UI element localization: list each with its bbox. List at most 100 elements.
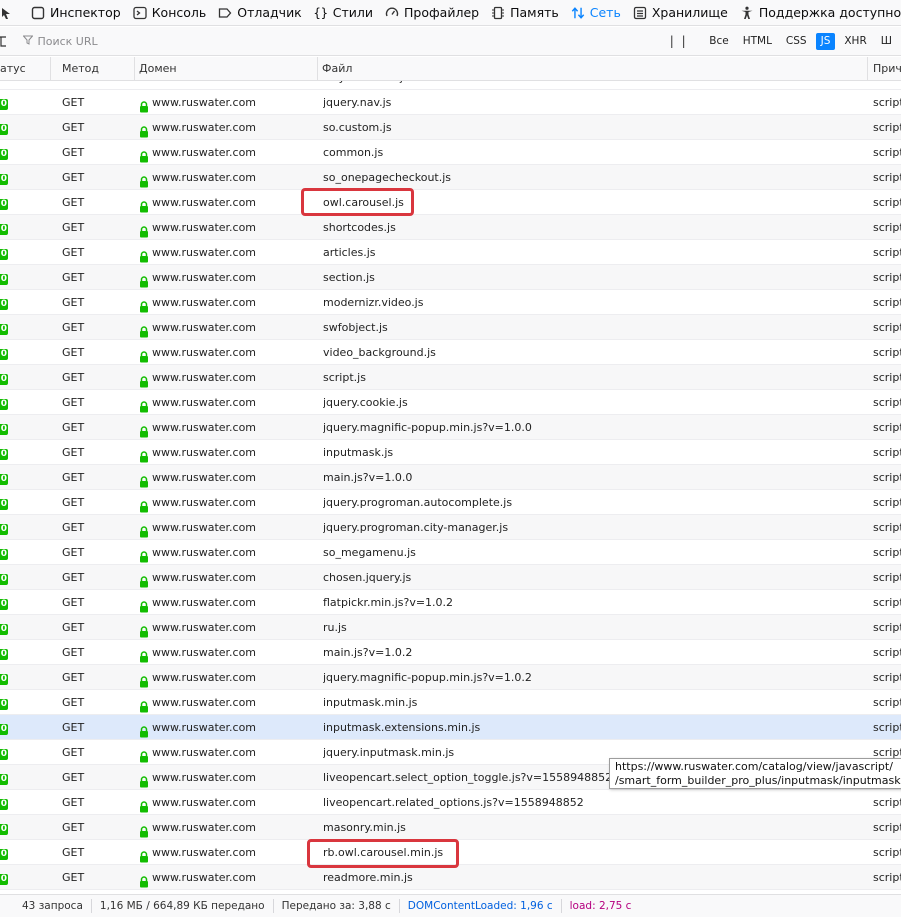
- tab-styles[interactable]: {} Стили: [308, 0, 379, 25]
- method-cell: GET: [62, 646, 85, 659]
- domain-text: www.ruswater.com: [152, 321, 257, 334]
- method-cell: GET: [62, 571, 85, 584]
- table-row[interactable]: 0 GET www.ruswater.com jquery.magnific-popu…: [0, 415, 901, 440]
- cause-cell: script: [873, 221, 901, 234]
- devtools-tabbar: Инспектор Консоль Отладчик {} Стили Проф…: [0, 0, 901, 26]
- table-row[interactable]: 0 GET www.ruswater.com jquery.progroman.cit…: [0, 515, 901, 540]
- method-cell: GET: [62, 321, 85, 334]
- file-cell: section.js: [323, 271, 375, 284]
- table-row[interactable]: 0 GET www.ruswater.com shortcodes.js script: [0, 215, 901, 240]
- domain-cell: www.ruswater.com: [139, 565, 315, 590]
- table-row[interactable]: 0 GET www.ruswater.com inputmask.min.js scri…: [0, 690, 901, 715]
- filter-css-chip[interactable]: CSS: [781, 33, 812, 50]
- tab-debugger[interactable]: Отладчик: [212, 0, 307, 25]
- table-row[interactable]: 0 GET www.ruswater.com articles.js script: [0, 240, 901, 265]
- domain-cell: www.ruswater.com: [139, 815, 315, 840]
- clear-log-button[interactable]: [0, 27, 9, 55]
- lock-icon: [139, 447, 149, 462]
- column-header-cause[interactable]: Приче: [869, 57, 901, 80]
- url-filter-input[interactable]: Поиск URL: [37, 35, 97, 48]
- column-header-domain[interactable]: Домен: [135, 57, 318, 80]
- domain-cell: www.ruswater.com: [139, 840, 315, 865]
- status-cell: 0: [0, 315, 10, 340]
- file-cell: modernizr.video.js: [323, 296, 424, 309]
- url-tooltip: https://www.ruswater.com/catalog/view/ja…: [609, 758, 901, 789]
- column-header-method[interactable]: Метод: [58, 57, 135, 80]
- status-badge: 0: [0, 399, 8, 410]
- tab-pick-element[interactable]: [0, 0, 25, 25]
- domain-cell: www.ruswater.com: [139, 490, 315, 515]
- method-cell: GET: [62, 396, 85, 409]
- table-row[interactable]: 0 GET www.ruswater.com masonry.min.js script: [0, 815, 901, 840]
- table-row[interactable]: 0 GET www.ruswater.com video_background.js s…: [0, 340, 901, 365]
- file-cell: jquery.magnific-popup.min.js?v=1.0.2: [323, 671, 532, 684]
- table-row[interactable]: 0 GET www.ruswater.com script.js script: [0, 365, 901, 390]
- file-cell: chosen.jquery.js: [323, 571, 412, 584]
- url-filter[interactable]: Поиск URL: [22, 35, 647, 48]
- lock-icon: [139, 147, 149, 162]
- table-row[interactable]: 0 GET www.ruswater.com chosen.jquery.js scri…: [0, 565, 901, 590]
- table-row[interactable]: 0 GET www.ruswater.com flatpickr.min.js?v=1…: [0, 590, 901, 615]
- column-header-file[interactable]: Файл: [318, 57, 868, 80]
- lock-icon: [139, 222, 149, 237]
- table-row[interactable]: 0 GET www.ruswater.com so_megamenu.js script: [0, 540, 901, 565]
- status-badge: 0: [0, 224, 8, 235]
- table-row[interactable]: 0 GET www.ruswater.com main.js?v=1.0.2 scrip…: [0, 640, 901, 665]
- method-cell: GET: [62, 271, 85, 284]
- cause-cell: script: [873, 346, 901, 359]
- table-row[interactable]: 0 GET www.ruswater.com inputmask.extensions…: [0, 715, 901, 740]
- table-row[interactable]: 0 GET www.ruswater.com common.js script: [0, 140, 901, 165]
- status-cell: 0: [0, 790, 10, 815]
- tab-accessibility[interactable]: Поддержка доступности: [734, 0, 901, 25]
- method-cell: GET: [62, 346, 85, 359]
- table-row[interactable]: 0 GET www.ruswater.com liveopencart.related…: [0, 790, 901, 815]
- status-cell: 0: [0, 440, 10, 465]
- lock-icon: [139, 622, 149, 637]
- filter-fonts-chip[interactable]: Ш: [876, 33, 897, 50]
- tab-memory[interactable]: Память: [485, 0, 565, 25]
- table-row[interactable]: 0 GET www.ruswater.com so_onepagecheckout.j…: [0, 165, 901, 190]
- table-row[interactable]: 0 GET www.ruswater.com jquery.progroman.aut…: [0, 490, 901, 515]
- tab-profiler[interactable]: Профайлер: [379, 0, 485, 25]
- domain-text: www.ruswater.com: [152, 596, 257, 609]
- table-row[interactable]: 0 GET www.ruswater.com jquery.magnific-popu…: [0, 665, 901, 690]
- cause-cell: script: [873, 821, 901, 834]
- tab-console[interactable]: Консоль: [127, 0, 213, 25]
- table-row[interactable]: 0 GET www.ruswater.com swfobject.js script: [0, 315, 901, 340]
- tab-label: Инспектор: [50, 5, 121, 20]
- table-row[interactable]: 0 GET www.ruswater.com jquery.cookie.js scri…: [0, 390, 901, 415]
- domain-text: www.ruswater.com: [152, 146, 257, 159]
- table-row[interactable]: 0 GET www.ruswater.com jquery.nav.js script: [0, 90, 901, 115]
- method-cell: GET: [62, 721, 85, 734]
- tab-network[interactable]: Сеть: [565, 0, 627, 25]
- pause-button[interactable]: | |: [670, 34, 696, 48]
- domain-text: www.ruswater.com: [152, 871, 257, 884]
- table-row[interactable]: 0 GET www.ruswater.com inputmask.js script: [0, 440, 901, 465]
- file-cell: so_onepagecheckout.js: [323, 171, 452, 184]
- filter-js-chip[interactable]: JS: [815, 32, 836, 50]
- table-row[interactable]: 0 GET www.ruswater.com section.js script: [0, 265, 901, 290]
- table-row[interactable]: 0 GET www.ruswater.com main.js?v=1.0.0 scrip…: [0, 465, 901, 490]
- domain-cell: www.ruswater.com: [139, 365, 315, 390]
- status-badge: 0: [0, 824, 8, 835]
- filter-xhr-chip[interactable]: XHR: [839, 33, 871, 50]
- filter-all-chip[interactable]: Все: [704, 33, 733, 50]
- table-row[interactable]: 0 GET www.ruswater.com so.custom.js script: [0, 115, 901, 140]
- table-row[interactable]: 0 GET www.ruswater.com owl.carousel.js scrip…: [0, 190, 901, 215]
- table-row[interactable]: 0 GET www.ruswater.com readmore.min.js scrip…: [0, 865, 901, 890]
- table-row-partial[interactable]: lazysizes.min.js: [0, 81, 901, 90]
- method-cell: GET: [62, 546, 85, 559]
- status-badge: 0: [0, 774, 8, 785]
- table-row[interactable]: 0 GET www.ruswater.com ru.js script: [0, 615, 901, 640]
- lock-icon: [139, 197, 149, 212]
- tab-label: Память: [510, 5, 559, 20]
- cause-cell: script: [873, 496, 901, 509]
- column-header-status[interactable]: атус: [0, 57, 51, 80]
- table-row[interactable]: 0 GET www.ruswater.com modernizr.video.js sc…: [0, 290, 901, 315]
- filter-html-chip[interactable]: HTML: [738, 33, 777, 50]
- cause-cell: script: [873, 571, 901, 584]
- cause-cell: script: [873, 246, 901, 259]
- domain-text: www.ruswater.com: [152, 346, 257, 359]
- tab-storage[interactable]: Хранилище: [627, 0, 734, 25]
- tab-inspector[interactable]: Инспектор: [25, 0, 127, 25]
